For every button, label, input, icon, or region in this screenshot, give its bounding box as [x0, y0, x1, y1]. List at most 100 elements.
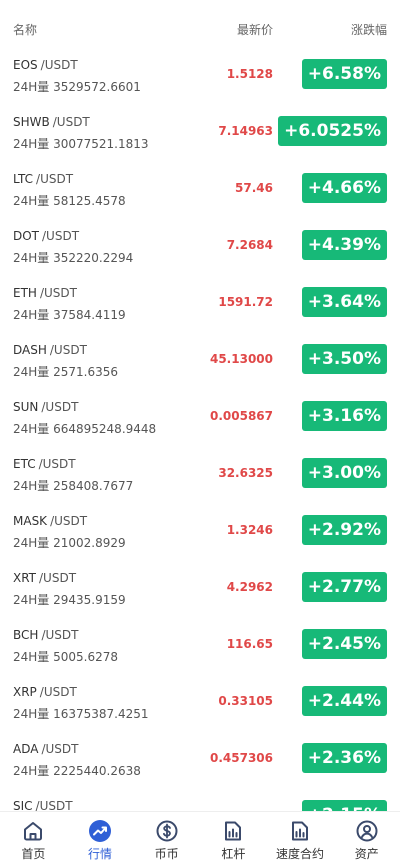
- tab-assets[interactable]: 资产: [333, 812, 400, 861]
- market-row[interactable]: DASH/USDT 24H量 2571.6356 45.13000 +3.50%: [0, 335, 400, 392]
- last-price: 4.2962: [226, 580, 273, 594]
- change-badge: +2.44%: [301, 686, 387, 716]
- pair-symbol: ETC: [13, 457, 36, 471]
- last-price: 7.14963: [218, 124, 273, 138]
- pair-quote: /USDT: [41, 742, 79, 756]
- pair-quote: /USDT: [52, 115, 90, 129]
- trading-pair: SIC/USDT: [13, 799, 73, 811]
- volume-24h: 24H量 3529572.6601: [13, 80, 141, 94]
- pair-symbol: EOS: [13, 58, 38, 72]
- column-header-change[interactable]: 涨跌幅: [351, 21, 387, 38]
- market-row[interactable]: EOS/USDT 24H量 3529572.6601 1.5128 +6.58%: [0, 50, 400, 107]
- tab-futures[interactable]: 速度合约: [267, 812, 334, 861]
- market-row[interactable]: XRP/USDT 24H量 16375387.4251 0.33105 +2.4…: [0, 677, 400, 734]
- trading-pair: SUN/USDT: [13, 400, 78, 414]
- market-row[interactable]: ETC/USDT 24H量 258408.7677 32.6325 +3.00%: [0, 449, 400, 506]
- trading-pair: EOS/USDT: [13, 58, 78, 72]
- market-list-header: 名称 最新价 涨跌幅: [0, 0, 400, 50]
- last-price: 57.46: [235, 181, 273, 195]
- pair-quote: /USDT: [36, 172, 74, 186]
- pair-symbol: SHWB: [13, 115, 50, 129]
- volume-24h: 24H量 16375387.4251: [13, 707, 149, 721]
- market-row[interactable]: BCH/USDT 24H量 5005.6278 116.65 +2.45%: [0, 620, 400, 677]
- change-badge: +6.58%: [301, 59, 387, 89]
- last-price: 0.33105: [218, 694, 273, 708]
- trading-pair: DOT/USDT: [13, 229, 79, 243]
- pair-symbol: SUN: [13, 400, 39, 414]
- tab-label: 行情: [88, 847, 113, 861]
- market-list[interactable]: EOS/USDT 24H量 3529572.6601 1.5128 +6.58%…: [0, 50, 400, 811]
- market-row[interactable]: MASK/USDT 24H量 21002.8929 1.3246 +2.92%: [0, 506, 400, 563]
- trading-pair: XRT/USDT: [13, 571, 76, 585]
- pair-quote: /USDT: [41, 628, 79, 642]
- pair-quote: /USDT: [41, 400, 79, 414]
- last-price: 0.005867: [209, 409, 273, 423]
- user-icon: [356, 820, 378, 842]
- last-price: 1591.72: [218, 295, 273, 309]
- column-header-price: 最新价: [236, 23, 273, 37]
- last-price: 0.457306: [209, 751, 273, 765]
- change-badge: +2.77%: [301, 572, 387, 602]
- pair-quote: /USDT: [42, 229, 80, 243]
- tab-label: 币币: [154, 847, 179, 861]
- pair-quote: /USDT: [50, 514, 88, 528]
- pair-symbol: XRT: [13, 571, 37, 585]
- volume-24h: 24H量 58125.4578: [13, 194, 126, 208]
- tab-label: 速度合约: [276, 847, 325, 861]
- trading-pair: ADA/USDT: [13, 742, 78, 756]
- trading-pair: LTC/USDT: [13, 172, 73, 186]
- volume-24h: 24H量 30077521.1813: [13, 137, 149, 151]
- change-badge: +6.0525%: [278, 116, 387, 146]
- volume-24h: 24H量 2571.6356: [13, 365, 119, 379]
- trading-pair: ETC/USDT: [13, 457, 76, 471]
- home-icon: [24, 822, 43, 841]
- volume-24h: 24H量 258408.7677: [13, 479, 134, 493]
- market-row[interactable]: LTC/USDT 24H量 58125.4578 57.46 +4.66%: [0, 164, 400, 221]
- tab-home[interactable]: 首页: [0, 812, 67, 861]
- volume-24h: 24H量 352220.2294: [13, 251, 134, 265]
- pair-quote: /USDT: [49, 343, 87, 357]
- pair-symbol: MASK: [13, 514, 48, 528]
- market-row[interactable]: SHWB/USDT 24H量 30077521.1813 7.14963 +6.…: [0, 107, 400, 164]
- pair-symbol: LTC: [13, 172, 34, 186]
- volume-24h: 24H量 664895248.9448: [13, 422, 157, 436]
- change-badge: +3.64%: [301, 287, 387, 317]
- trading-pair: XRP/USDT: [13, 685, 77, 699]
- market-row[interactable]: SUN/USDT 24H量 664895248.9448 0.005867 +3…: [0, 392, 400, 449]
- change-badge: +2.36%: [301, 743, 387, 773]
- last-price: 1.3246: [226, 523, 273, 537]
- pair-symbol: BCH: [13, 628, 39, 642]
- pair-quote: /USDT: [40, 58, 78, 72]
- trading-pair: DASH/USDT: [13, 343, 87, 357]
- change-badge: +2.15%: [301, 800, 387, 811]
- tab-market[interactable]: 行情: [67, 812, 134, 861]
- tab-spot[interactable]: 币币: [133, 812, 200, 861]
- chart-doc-icon: [225, 821, 242, 841]
- market-row[interactable]: XRT/USDT 24H量 29435.9159 4.2962 +2.77%: [0, 563, 400, 620]
- market-row[interactable]: DOT/USDT 24H量 352220.2294 7.2684 +4.39%: [0, 221, 400, 278]
- tab-margin[interactable]: 杠杆: [200, 812, 267, 861]
- pair-symbol: ETH: [13, 286, 37, 300]
- volume-24h: 24H量 21002.8929: [13, 536, 126, 550]
- change-badge: +4.39%: [301, 230, 387, 260]
- market-row[interactable]: SIC/USDT +2.15%: [0, 791, 400, 811]
- change-badge: +3.50%: [301, 344, 387, 374]
- column-header-name: 名称: [13, 23, 38, 37]
- dollar-icon: [156, 820, 178, 842]
- volume-24h: 24H量 29435.9159: [13, 593, 126, 607]
- last-price: 1.5128: [226, 67, 273, 81]
- change-badge: +4.66%: [301, 173, 387, 203]
- trend-icon: [89, 820, 111, 842]
- trading-pair: BCH/USDT: [13, 628, 78, 642]
- trading-pair: ETH/USDT: [13, 286, 77, 300]
- chart-doc-icon: [292, 821, 309, 841]
- market-row[interactable]: ADA/USDT 24H量 2225440.2638 0.457306 +2.3…: [0, 734, 400, 791]
- market-row[interactable]: ETH/USDT 24H量 37584.4119 1591.72 +3.64%: [0, 278, 400, 335]
- last-price: 116.65: [226, 637, 273, 651]
- volume-24h: 24H量 2225440.2638: [13, 764, 141, 778]
- volume-24h: 24H量 37584.4119: [13, 308, 126, 322]
- pair-symbol: DOT: [13, 229, 40, 243]
- pair-quote: /USDT: [39, 571, 77, 585]
- pair-symbol: ADA: [13, 742, 39, 756]
- last-price: 7.2684: [226, 238, 273, 252]
